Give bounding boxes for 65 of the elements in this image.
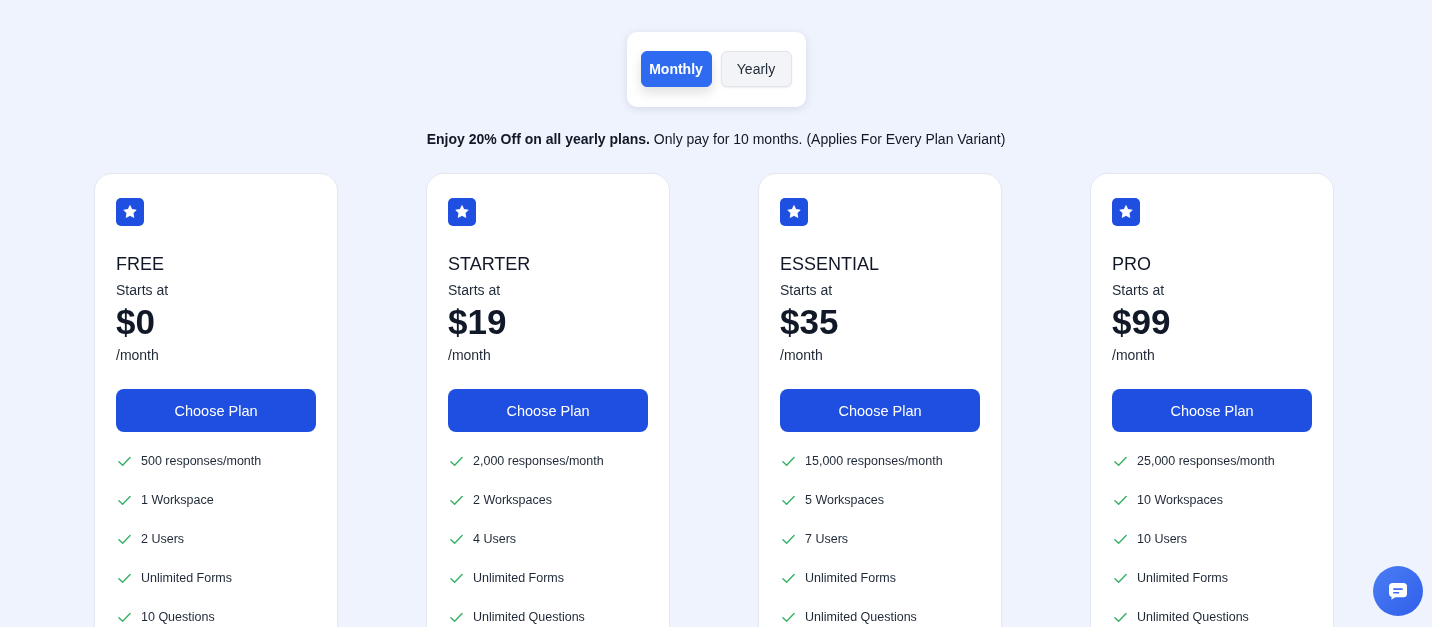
check-icon <box>782 572 795 584</box>
feature-text: Unlimited Forms <box>141 571 232 585</box>
check-icon <box>450 611 463 623</box>
feature-text: Unlimited Questions <box>1137 610 1249 624</box>
feature-text: 7 Users <box>805 532 849 546</box>
plan-name: ESSENTIAL <box>780 253 880 275</box>
plan-price: $19 <box>448 302 507 342</box>
check-icon <box>450 455 463 467</box>
check-icon <box>450 533 463 545</box>
feature-text: Unlimited Forms <box>805 571 896 585</box>
check-icon <box>118 455 131 467</box>
check-icon <box>1114 455 1127 467</box>
feature-text: 5 Workspaces <box>805 493 884 507</box>
feature-text: 10 Workspaces <box>1137 493 1223 507</box>
check-icon <box>450 494 463 506</box>
starts-at-label: Starts at <box>1112 281 1165 299</box>
feature-text: 1 Workspace <box>141 493 214 507</box>
price-period: /month <box>1112 346 1155 364</box>
feature-text: Unlimited Forms <box>1137 571 1228 585</box>
check-icon <box>118 611 131 623</box>
feature-text: 10 Users <box>1137 532 1188 546</box>
billing-option-tab[interactable]: Yearly <box>720 51 792 87</box>
starts-at-label: Starts at <box>116 281 169 299</box>
check-icon <box>1114 572 1127 584</box>
choose-plan-button[interactable]: Choose Plan <box>1112 389 1312 432</box>
feature-text: Unlimited Questions <box>805 610 917 624</box>
plan-name: PRO <box>1112 253 1151 275</box>
feature-text: 2 Workspaces <box>473 493 552 507</box>
price-period: /month <box>780 346 823 364</box>
check-icon <box>782 611 795 623</box>
check-icon <box>1114 533 1127 545</box>
price-period: /month <box>448 346 491 364</box>
starts-at-label: Starts at <box>448 281 501 299</box>
feature-text: Unlimited Questions <box>473 610 585 624</box>
check-icon <box>782 455 795 467</box>
check-icon <box>118 572 131 584</box>
choose-plan-button[interactable]: Choose Plan <box>116 389 316 432</box>
feature-text: 4 Users <box>473 532 517 546</box>
check-icon <box>1114 611 1127 623</box>
feature-text: 2,000 responses/month <box>473 454 604 468</box>
check-icon <box>1114 494 1127 506</box>
feature-text: 15,000 responses/month <box>805 454 943 468</box>
starts-at-label: Starts at <box>780 281 833 299</box>
plan-name: FREE <box>116 253 164 275</box>
plan-price: $99 <box>1112 302 1171 342</box>
choose-plan-button[interactable]: Choose Plan <box>448 389 648 432</box>
check-icon <box>450 572 463 584</box>
choose-plan-button[interactable]: Choose Plan <box>780 389 980 432</box>
feature-text: 10 Questions <box>141 610 215 624</box>
chat-button[interactable] <box>1373 566 1423 616</box>
feature-text: 25,000 responses/month <box>1137 454 1275 468</box>
feature-text: Unlimited Forms <box>473 571 564 585</box>
chat-icon <box>1388 582 1408 600</box>
check-icon <box>118 533 131 545</box>
check-icon <box>782 494 795 506</box>
check-icon <box>118 494 131 506</box>
feature-text: 500 responses/month <box>141 454 262 468</box>
billing-option-tab[interactable]: Monthly <box>640 51 712 87</box>
plan-name: STARTER <box>448 253 531 275</box>
plan-price: $0 <box>116 302 155 342</box>
plan-price: $35 <box>780 302 839 342</box>
promo-text: Enjoy 20% Off on all yearly plans. Only pay for 10 months. (Applies For Every Plan Variant) <box>426 130 1006 149</box>
feature-text: 2 Users <box>141 532 185 546</box>
check-icon <box>782 533 795 545</box>
price-period: /month <box>116 346 159 364</box>
